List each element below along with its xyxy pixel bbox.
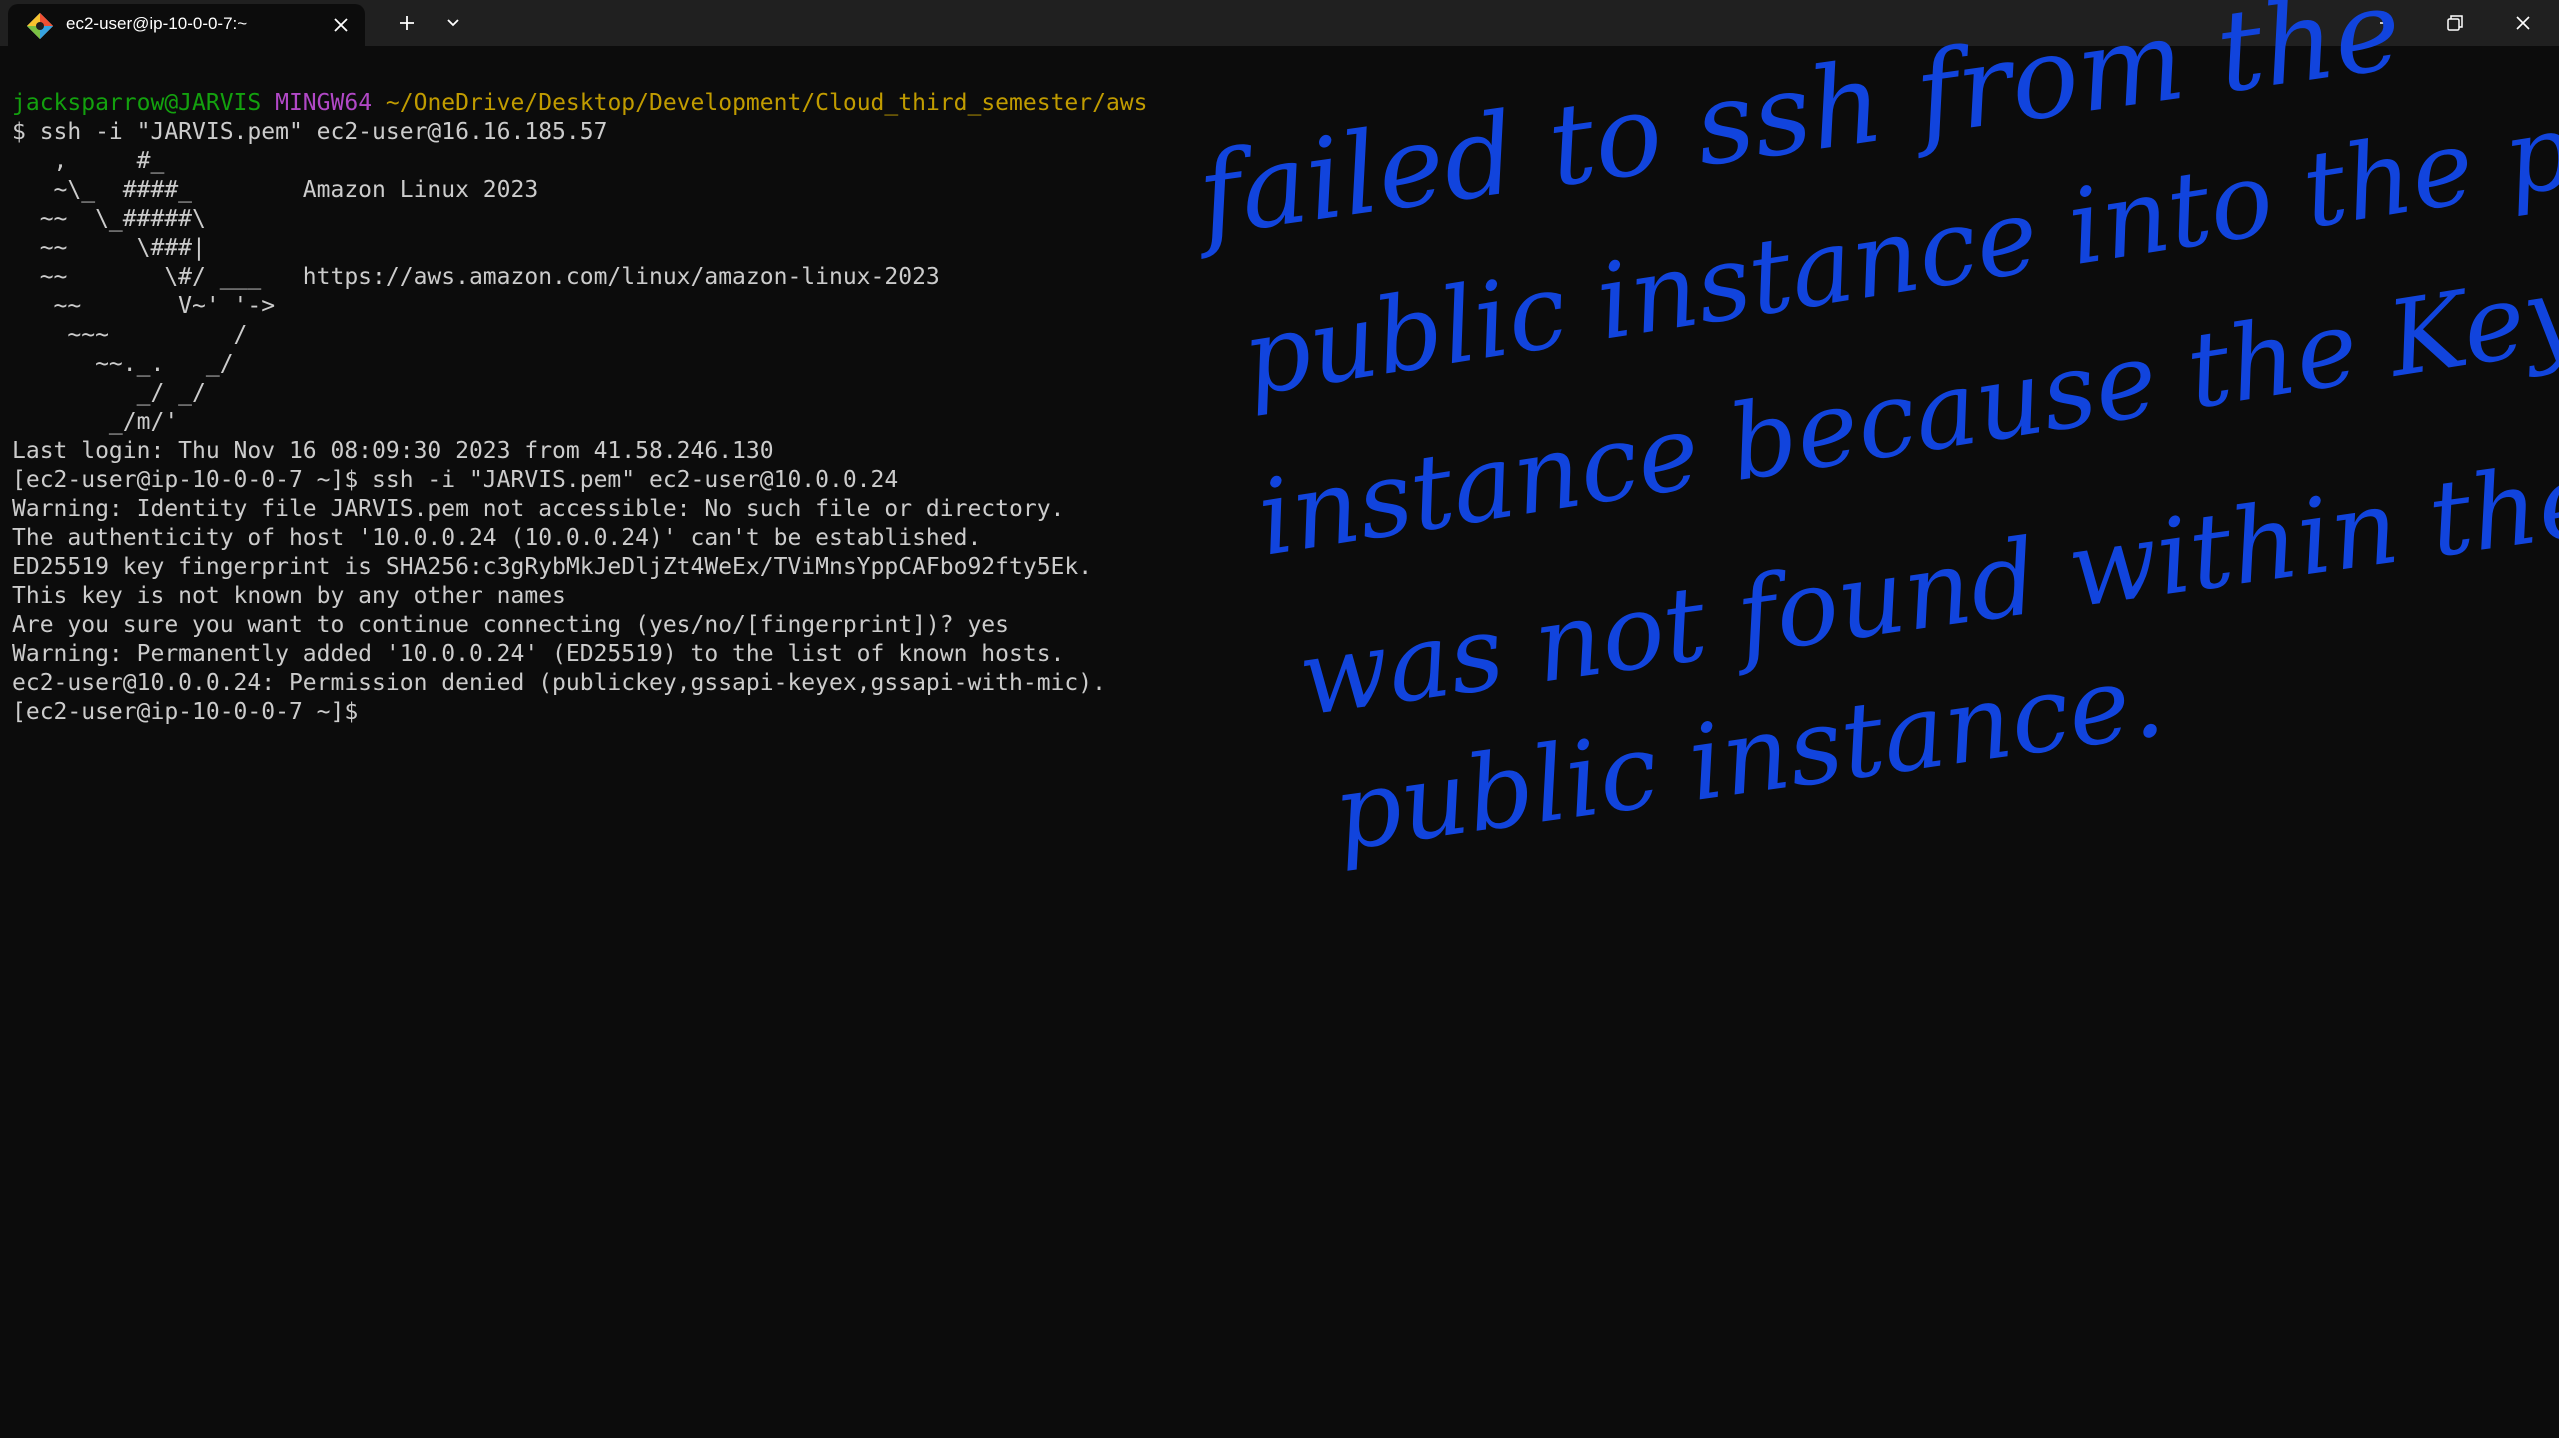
annotation-line: public instance.	[1327, 638, 2171, 875]
terminal-window: ec2-user@ip-10-0-0-7:~ jacksparrow@JARVI…	[0, 0, 2559, 1438]
terminal-line: The authenticity of host '10.0.0.24 (10.…	[12, 525, 982, 551]
tab-title: ec2-user@ip-10-0-0-7:~	[66, 14, 248, 33]
terminal-line: $ ssh -i "JARVIS.pem" ec2-user@16.16.185…	[12, 119, 608, 145]
prompt-line: jacksparrow@JARVIS MINGW64 ~/OneDrive/De…	[12, 89, 1192, 118]
terminal-line: This key is not known by any other names	[12, 583, 566, 609]
terminal-line: ED25519 key fingerprint is SHA256:c3gRyb…	[12, 554, 1093, 580]
prompt-path: ~/OneDrive/Desktop/Development/Cloud_thi…	[385, 90, 1148, 116]
ascii-art-line: ~~ \_#####\	[12, 206, 206, 232]
ascii-art-line: _/ _/	[12, 380, 206, 406]
terminal-line: ec2-user@10.0.0.24: Permission denied (p…	[12, 670, 1106, 696]
terminal-line: Warning: Identity file JARVIS.pem not ac…	[12, 496, 1065, 522]
minimize-icon[interactable]	[2352, 0, 2420, 46]
prompt-user-host: jacksparrow@JARVIS	[12, 90, 262, 116]
plus-icon[interactable]	[392, 8, 422, 38]
chevron-down-icon[interactable]	[438, 8, 468, 38]
ascii-art-line: ~~~ /	[12, 322, 248, 348]
title-bar: ec2-user@ip-10-0-0-7:~	[0, 0, 2559, 46]
ascii-art-line: _/m/'	[12, 409, 179, 435]
terminal-line: Warning: Permanently added '10.0.0.24' (…	[12, 641, 1065, 667]
annotation-line: public instance into the private	[1235, 41, 2559, 420]
terminal-line: Last login: Thu Nov 16 08:09:30 2023 fro…	[12, 438, 774, 464]
restore-icon[interactable]	[2420, 0, 2488, 46]
terminal-line: [ec2-user@ip-10-0-0-7 ~]$ ssh -i "JARVIS…	[12, 467, 899, 493]
tab-active[interactable]: ec2-user@ip-10-0-0-7:~	[8, 4, 365, 46]
terminal-line: Are you sure you want to continue connec…	[12, 612, 1009, 638]
close-icon[interactable]	[328, 12, 354, 38]
terminal-line: [ec2-user@ip-10-0-0-7 ~]$	[12, 699, 359, 725]
ascii-art-line: , #_	[12, 148, 165, 174]
git-bash-icon	[26, 12, 54, 40]
ascii-art-line: ~~._. _/	[12, 351, 234, 377]
ascii-art-line: ~~ V~' '->	[12, 293, 276, 319]
close-icon[interactable]	[2489, 0, 2557, 46]
ascii-art-line: ~~ \###|	[12, 235, 206, 261]
annotation-line: instance because the Keypair	[1250, 216, 2559, 580]
ascii-art-line: ~\_ ####_ Amazon Linux 2023	[12, 177, 539, 203]
ascii-art-line: ~~ \#/ ___ https://aws.amazon.com/linux/…	[12, 264, 940, 290]
prompt-env: MINGW64	[275, 90, 373, 116]
annotation-line: was not found within the	[1292, 436, 2559, 739]
terminal-output[interactable]: jacksparrow@JARVIS MINGW64 ~/OneDrive/De…	[12, 89, 1192, 727]
